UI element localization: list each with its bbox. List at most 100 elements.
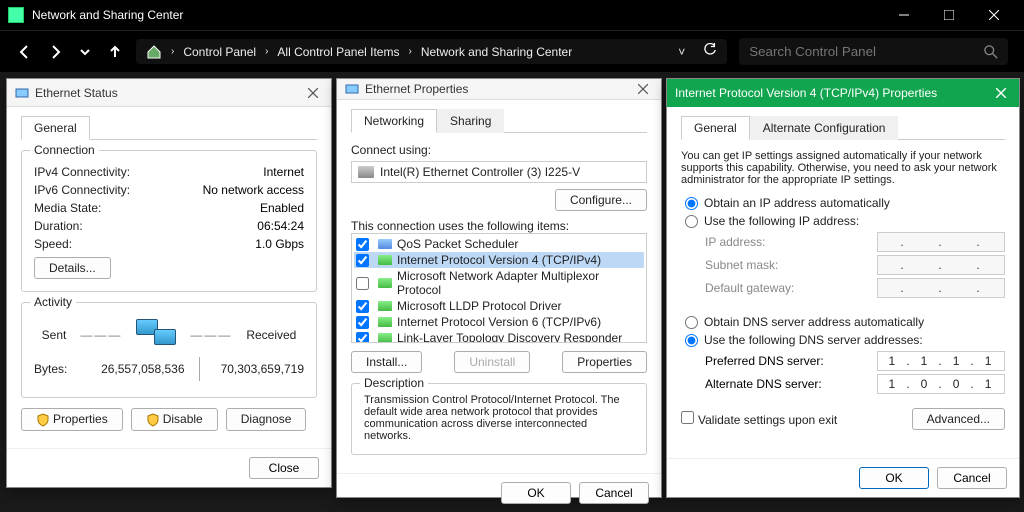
search-input[interactable] <box>749 44 973 59</box>
media-state: Enabled <box>260 201 304 215</box>
received-label: Received <box>246 328 296 342</box>
shield-icon <box>146 413 160 427</box>
item-checkbox[interactable] <box>356 300 369 313</box>
info-text: You can get IP settings assigned automat… <box>681 150 1005 186</box>
list-item[interactable]: QoS Packet Scheduler <box>354 236 644 252</box>
dialog-title: Internet Protocol Version 4 (TCP/IPv4) P… <box>675 86 991 100</box>
protocol-icon <box>378 255 392 265</box>
preferred-dns-input[interactable]: 1.1.1.1 <box>877 351 1005 371</box>
refresh-button[interactable] <box>703 43 717 60</box>
item-checkbox[interactable] <box>356 332 369 344</box>
up-button[interactable] <box>106 43 124 61</box>
address-bar[interactable]: › Control Panel › All Control Panel Item… <box>136 39 727 64</box>
item-properties-button[interactable]: Properties <box>562 351 647 373</box>
item-label: QoS Packet Scheduler <box>397 237 518 251</box>
close-icon[interactable] <box>991 83 1011 103</box>
list-item[interactable]: Link-Layer Topology Discovery Responder <box>354 330 644 343</box>
sent-label: Sent <box>42 328 67 342</box>
cancel-button[interactable]: Cancel <box>579 482 649 504</box>
diagnose-button[interactable]: Diagnose <box>226 408 307 431</box>
configure-button[interactable]: Configure... <box>555 189 647 211</box>
advanced-button[interactable]: Advanced... <box>912 408 1005 430</box>
shield-icon <box>36 413 50 427</box>
ok-button[interactable]: OK <box>859 467 929 489</box>
radio-ip-manual[interactable]: Use the following IP address: <box>685 214 1005 228</box>
protocol-icon <box>378 239 392 249</box>
home-icon <box>146 44 162 60</box>
items-list[interactable]: QoS Packet Scheduler Internet Protocol Ve… <box>351 233 647 343</box>
chevron-right-icon: › <box>408 46 411 57</box>
minimize-button[interactable] <box>881 0 926 30</box>
disable-button[interactable]: Disable <box>131 408 218 431</box>
item-checkbox[interactable] <box>356 277 369 290</box>
list-item[interactable]: Microsoft Network Adapter Multiplexor Pr… <box>354 268 644 298</box>
item-checkbox[interactable] <box>356 238 369 251</box>
back-button[interactable] <box>16 43 34 61</box>
chevron-down-icon[interactable]: ˅ <box>678 45 685 59</box>
dialog-title-bar[interactable]: Ethernet Properties <box>337 79 661 100</box>
forward-button[interactable] <box>46 43 64 61</box>
speed: 1.0 Gbps <box>255 237 304 251</box>
recent-button[interactable] <box>76 43 94 61</box>
description-group: Description Transmission Control Protoco… <box>351 383 647 455</box>
crumb[interactable]: All Control Panel Items <box>277 45 399 59</box>
dialog-title-bar[interactable]: Internet Protocol Version 4 (TCP/IPv4) P… <box>667 79 1019 107</box>
protocol-icon <box>378 301 392 311</box>
item-checkbox[interactable] <box>356 316 369 329</box>
dialog-title-bar[interactable]: Ethernet Status <box>7 79 331 107</box>
list-item[interactable]: Internet Protocol Version 4 (TCP/IPv4) <box>354 252 644 268</box>
maximize-button[interactable] <box>926 0 971 30</box>
tab-networking[interactable]: Networking <box>351 109 437 133</box>
radio-ip-auto[interactable]: Obtain an IP address automatically <box>685 196 1005 210</box>
ipv6-connectivity: No network access <box>203 183 304 197</box>
uninstall-button[interactable]: Uninstall <box>454 351 530 373</box>
ethernet-status-dialog: Ethernet Status General Connection IPv4 … <box>6 78 332 488</box>
tab-general[interactable]: General <box>681 116 750 140</box>
list-item[interactable]: Internet Protocol Version 6 (TCP/IPv6) <box>354 314 644 330</box>
item-label: Microsoft Network Adapter Multiplexor Pr… <box>397 269 642 297</box>
validate-checkbox[interactable]: Validate settings upon exit <box>681 411 837 427</box>
tab-sharing[interactable]: Sharing <box>437 109 504 133</box>
nic-icon <box>358 166 374 178</box>
connect-using-label: Connect using: <box>351 143 647 157</box>
subnet-input: ... <box>877 255 1005 275</box>
alternate-dns-input[interactable]: 1.0.0.1 <box>877 374 1005 394</box>
app-icon <box>8 7 24 23</box>
crumb[interactable]: Network and Sharing Center <box>421 45 572 59</box>
close-button[interactable] <box>971 0 1016 30</box>
ethernet-icon <box>15 86 29 100</box>
item-label: Link-Layer Topology Discovery Responder <box>397 331 622 343</box>
crumb[interactable]: Control Panel <box>183 45 256 59</box>
bytes-received: 70,303,659,719 <box>214 362 305 376</box>
item-checkbox[interactable] <box>356 254 369 267</box>
ipv4-properties-dialog: Internet Protocol Version 4 (TCP/IPv4) P… <box>666 78 1020 498</box>
search-icon <box>984 45 998 59</box>
protocol-icon <box>378 333 392 343</box>
cancel-button[interactable]: Cancel <box>937 467 1007 489</box>
install-button[interactable]: Install... <box>351 351 422 373</box>
properties-button[interactable]: Properties <box>21 408 123 431</box>
chevron-right-icon: › <box>171 46 174 57</box>
activity-group: Activity Sent ——— ——— Received Bytes: 26… <box>21 302 317 398</box>
protocol-icon <box>378 317 392 327</box>
dialog-title: Ethernet Properties <box>365 82 633 96</box>
details-button[interactable]: Details... <box>34 257 111 279</box>
ok-button[interactable]: OK <box>501 482 571 504</box>
tab-general[interactable]: General <box>21 116 90 140</box>
ethernet-icon <box>345 82 359 96</box>
chevron-right-icon: › <box>265 46 268 57</box>
duration: 06:54:24 <box>257 219 304 233</box>
radio-dns-manual[interactable]: Use the following DNS server addresses: <box>685 333 1005 347</box>
protocol-icon <box>378 278 392 288</box>
dialog-title: Ethernet Status <box>35 86 303 100</box>
radio-dns-auto[interactable]: Obtain DNS server address automatically <box>685 315 1005 329</box>
tab-alternate[interactable]: Alternate Configuration <box>750 116 899 140</box>
search-box[interactable] <box>739 38 1008 65</box>
ip-address-input: ... <box>877 232 1005 252</box>
close-button[interactable]: Close <box>249 457 319 479</box>
close-icon[interactable] <box>303 83 323 103</box>
item-label: Internet Protocol Version 4 (TCP/IPv4) <box>397 253 601 267</box>
close-icon[interactable] <box>633 79 653 99</box>
connection-group: Connection IPv4 Connectivity:Internet IP… <box>21 150 317 292</box>
list-item[interactable]: Microsoft LLDP Protocol Driver <box>354 298 644 314</box>
